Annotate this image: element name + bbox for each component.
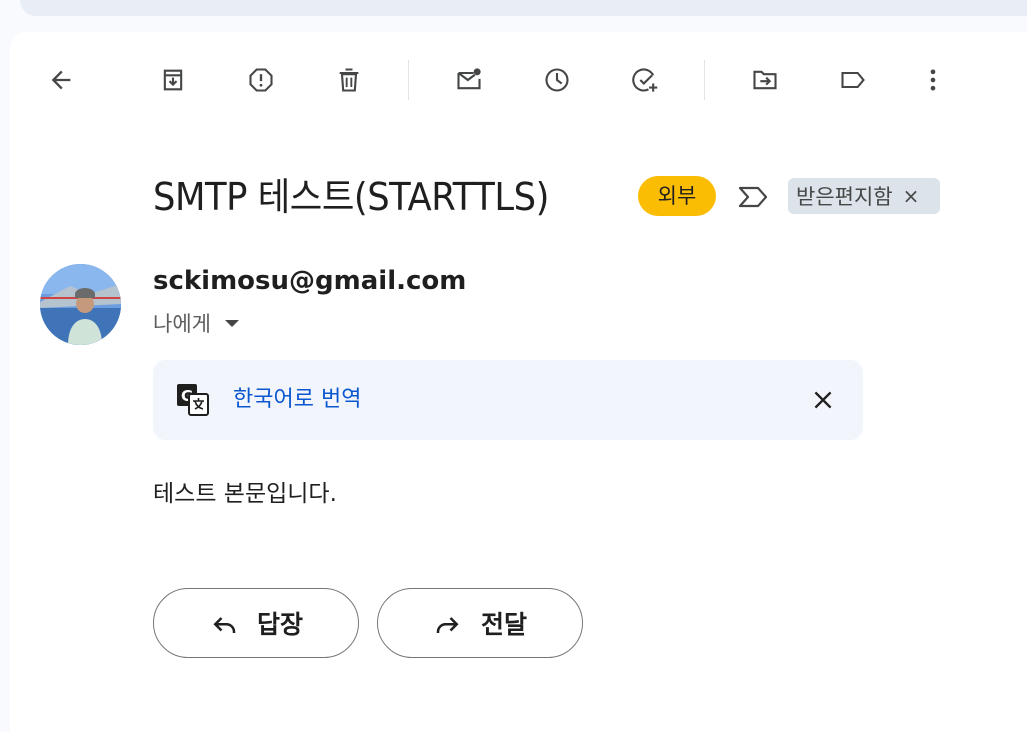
recipient-label: 나에게 bbox=[153, 312, 211, 336]
add-to-tasks-icon[interactable] bbox=[625, 60, 665, 100]
sender-email[interactable]: sckimosu@gmail.com bbox=[153, 266, 466, 296]
reply-icon bbox=[213, 617, 236, 633]
chevron-down-icon[interactable] bbox=[224, 319, 239, 327]
forward-label: 전달 bbox=[480, 610, 527, 639]
forward-button[interactable]: 전달 bbox=[377, 588, 583, 658]
archive-icon[interactable] bbox=[153, 60, 193, 100]
recipient-details[interactable]: 나에게 bbox=[153, 308, 239, 338]
translate-link[interactable]: 한국어로 번역 bbox=[233, 360, 361, 440]
back-arrow-icon[interactable] bbox=[41, 60, 81, 100]
close-icon[interactable] bbox=[803, 380, 843, 420]
report-spam-icon[interactable] bbox=[241, 60, 281, 100]
top-bar bbox=[20, 0, 1027, 16]
toolbar-divider bbox=[408, 60, 409, 100]
inbox-label-chip: 받은편지함 × bbox=[788, 178, 940, 214]
importance-marker-icon[interactable] bbox=[736, 180, 770, 214]
move-to-icon[interactable] bbox=[745, 60, 785, 100]
reply-button[interactable]: 답장 bbox=[153, 588, 359, 658]
label-icon[interactable] bbox=[833, 60, 873, 100]
toolbar-divider bbox=[704, 60, 705, 100]
forward-icon bbox=[436, 617, 459, 633]
delete-icon[interactable] bbox=[329, 60, 369, 100]
avatar[interactable] bbox=[40, 264, 121, 345]
mark-unread-icon[interactable] bbox=[449, 60, 489, 100]
external-badge: 외부 bbox=[638, 176, 716, 216]
reply-label: 답장 bbox=[256, 610, 303, 639]
label-text: 받은편지함 bbox=[796, 185, 893, 209]
remove-label-button[interactable]: × bbox=[903, 184, 920, 208]
google-translate-icon: G bbox=[177, 384, 209, 416]
translate-bar: G 한국어로 번역 bbox=[153, 360, 863, 440]
email-subject: SMTP 테스트(STARTTLS) bbox=[153, 175, 549, 219]
snooze-icon[interactable] bbox=[537, 60, 577, 100]
email-body: 테스트 본문입니다. bbox=[153, 481, 337, 507]
more-vert-icon[interactable] bbox=[913, 60, 953, 100]
